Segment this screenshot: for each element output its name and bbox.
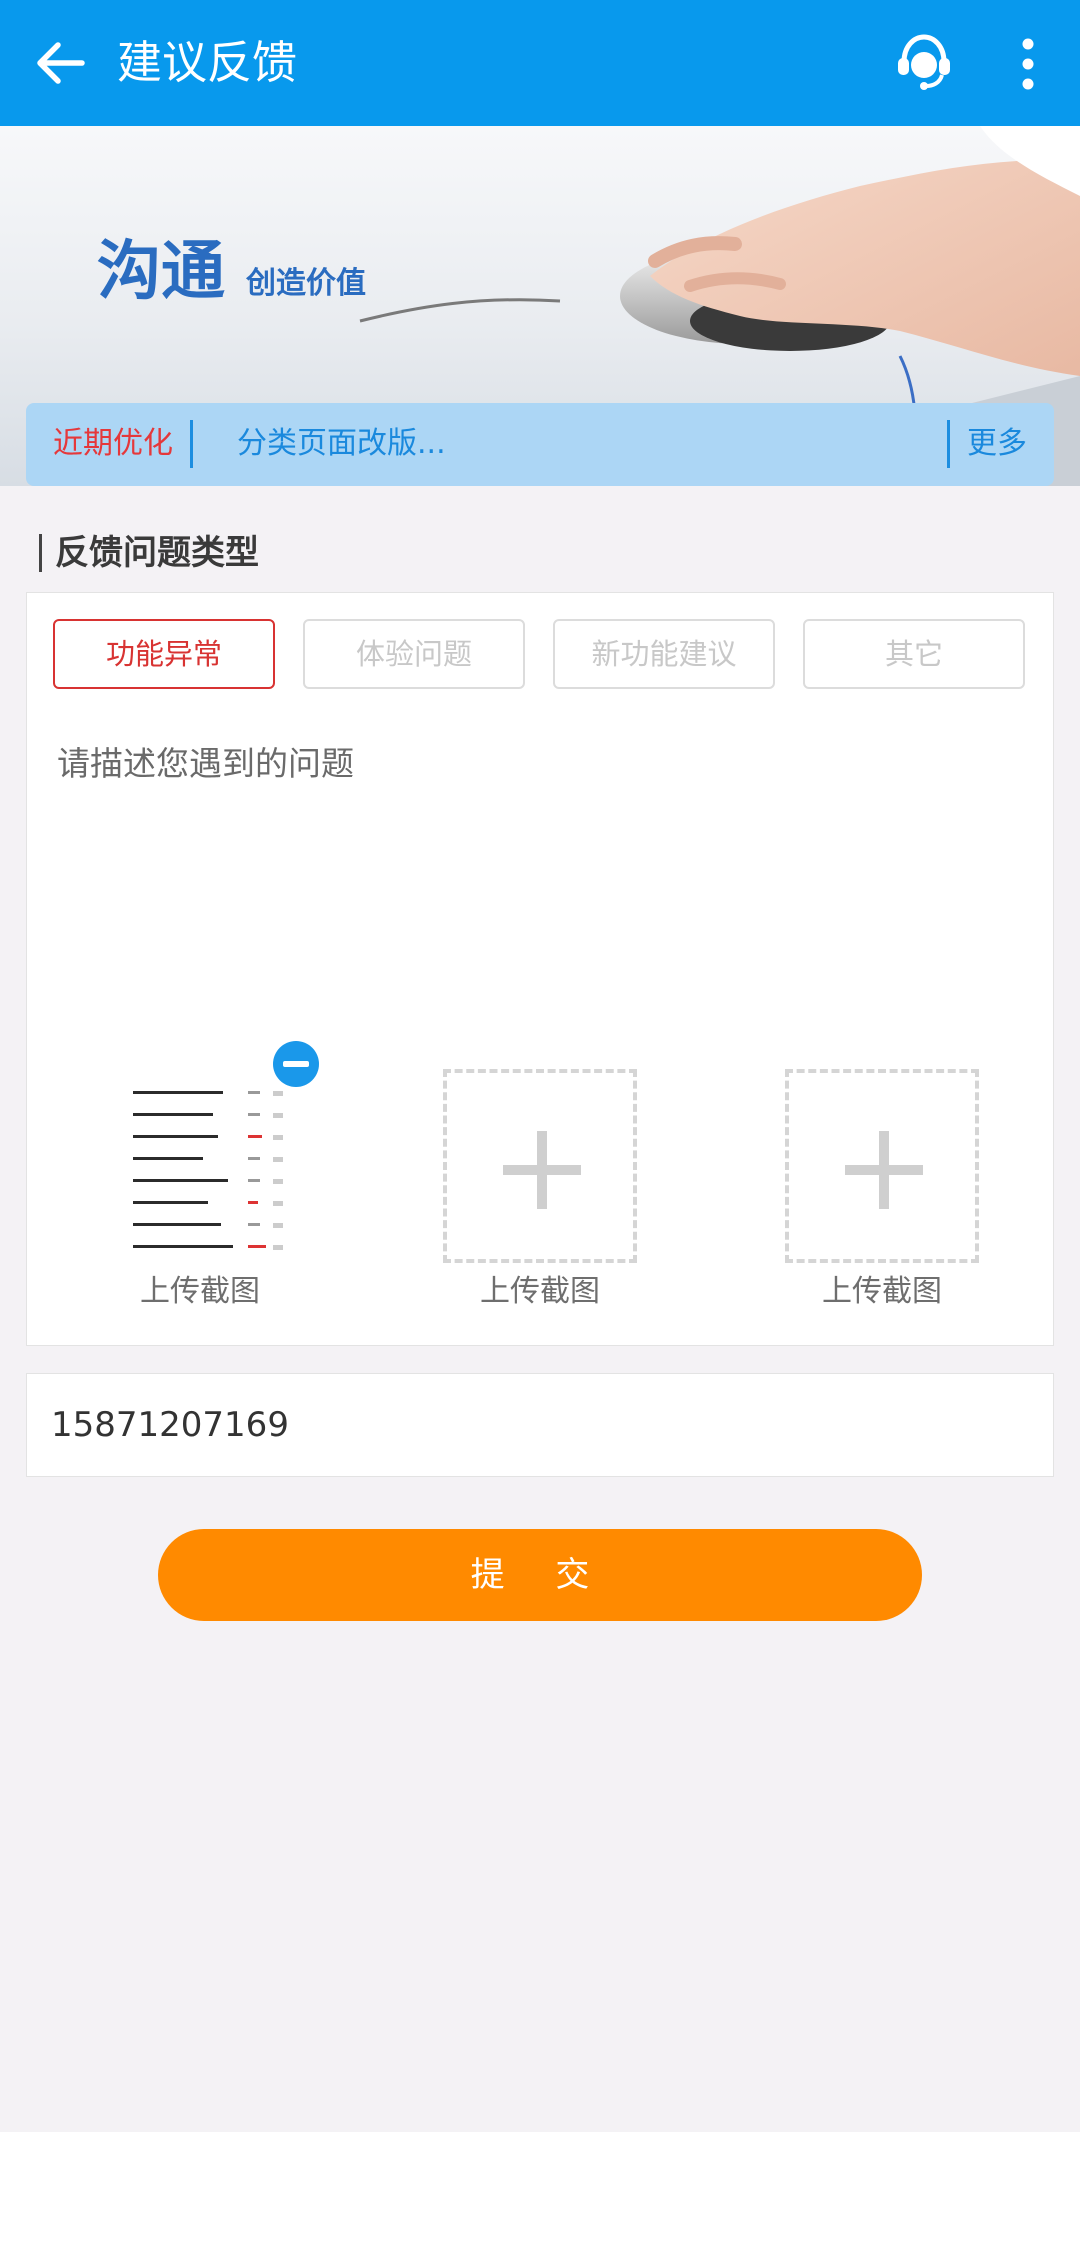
notice-divider (190, 420, 193, 468)
customer-service-icon[interactable] (893, 31, 955, 93)
banner-headline: 沟通 (97, 234, 225, 309)
notice-tag: 近期优化 (53, 426, 173, 461)
screenshot-thumbnail-image (133, 1091, 283, 1250)
screenshot-slot-label: 上传截图 (480, 1274, 600, 1309)
back-arrow-icon[interactable] (30, 33, 90, 93)
plus-icon (879, 1131, 889, 1209)
section-marker (39, 534, 42, 572)
contact-phone-input[interactable] (51, 1396, 1011, 1454)
notice-more-link[interactable]: 更多 (967, 421, 1027, 467)
type-option-function-error[interactable]: 功能异常 (53, 619, 275, 689)
type-option-new-feature[interactable]: 新功能建议 (553, 619, 775, 689)
screenshot-slot: 上传截图 (443, 1069, 637, 1339)
type-option-other[interactable]: 其它 (803, 619, 1025, 689)
section-title: 反馈问题类型 (55, 533, 259, 573)
notice-divider (947, 420, 950, 468)
screenshot-thumbnail[interactable] (103, 1069, 297, 1263)
more-vertical-icon[interactable] (1008, 34, 1048, 94)
screenshot-slot-label: 上传截图 (140, 1274, 260, 1309)
type-option-experience[interactable]: 体验问题 (303, 619, 525, 689)
screenshot-slot: 上传截图 (103, 1041, 319, 1339)
feedback-card: 功能异常 体验问题 新功能建议 其它 请描述您遇到的问题 上传截图 上传截图 上… (26, 592, 1054, 1346)
contact-field-container (26, 1373, 1054, 1477)
bottom-area (0, 2132, 1080, 2259)
app-bar: 建议反馈 (0, 0, 1080, 126)
description-input[interactable] (57, 741, 1017, 941)
screenshot-slot: 上传截图 (785, 1069, 979, 1339)
notice-text[interactable]: 分类页面改版... (237, 421, 446, 467)
add-screenshot-button[interactable] (785, 1069, 979, 1263)
add-screenshot-button[interactable] (443, 1069, 637, 1263)
notice-bar: 近期优化 分类页面改版... 更多 (26, 403, 1054, 486)
screenshot-slot-label: 上传截图 (822, 1274, 942, 1309)
banner-tagline: 创造价值 (246, 266, 366, 301)
submit-button[interactable]: 提 交 (158, 1529, 922, 1621)
page-title: 建议反馈 (117, 36, 298, 89)
remove-screenshot-icon[interactable] (273, 1041, 319, 1087)
plus-icon (537, 1131, 547, 1209)
